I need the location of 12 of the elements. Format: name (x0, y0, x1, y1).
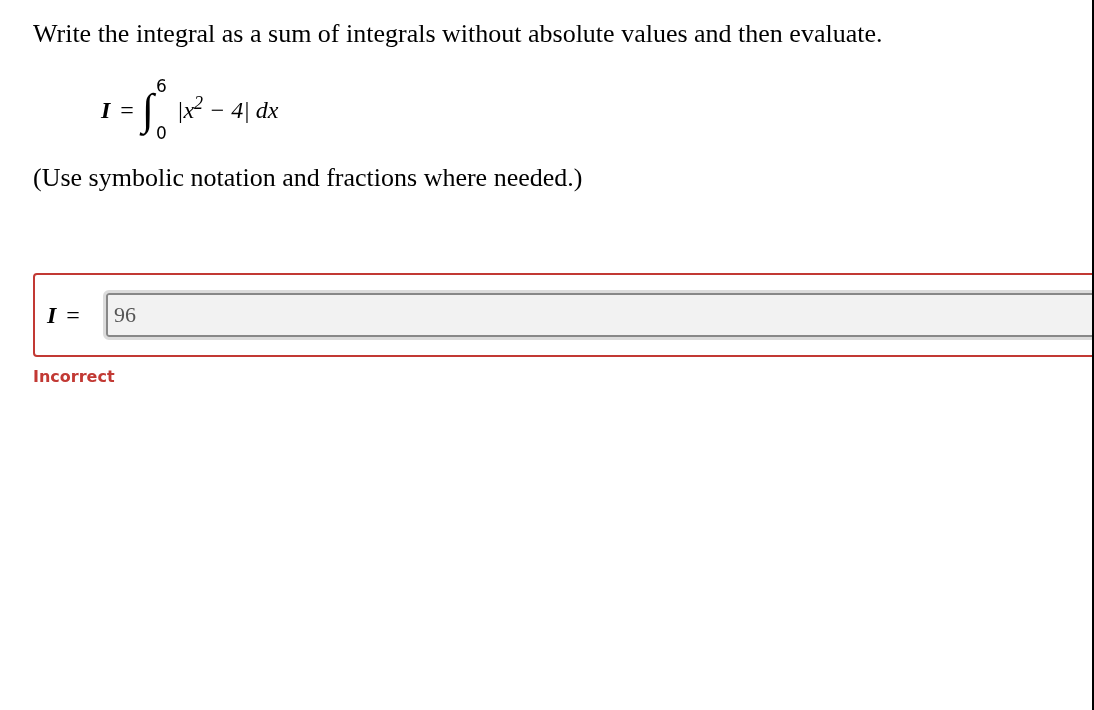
equals-sign: = (120, 96, 134, 125)
upper-limit: 6 (155, 78, 167, 95)
feedback-message: Incorrect (33, 366, 115, 388)
answer-equals: = (66, 301, 80, 330)
answer-field[interactable]: 96 (105, 293, 1092, 337)
integrand: |x$^{2}$ − 4| (176, 92, 250, 125)
question-prompt: Write the integral as a sum of integrals without absolute values and then evaluate. (33, 18, 884, 50)
differential: dx (255, 96, 279, 125)
answer-label: I (47, 301, 57, 330)
instruction-note: (Use symbolic notation and fractions where needed.) (33, 162, 584, 194)
formula-lhs: I (101, 96, 111, 125)
lower-limit: 0 (155, 125, 167, 142)
